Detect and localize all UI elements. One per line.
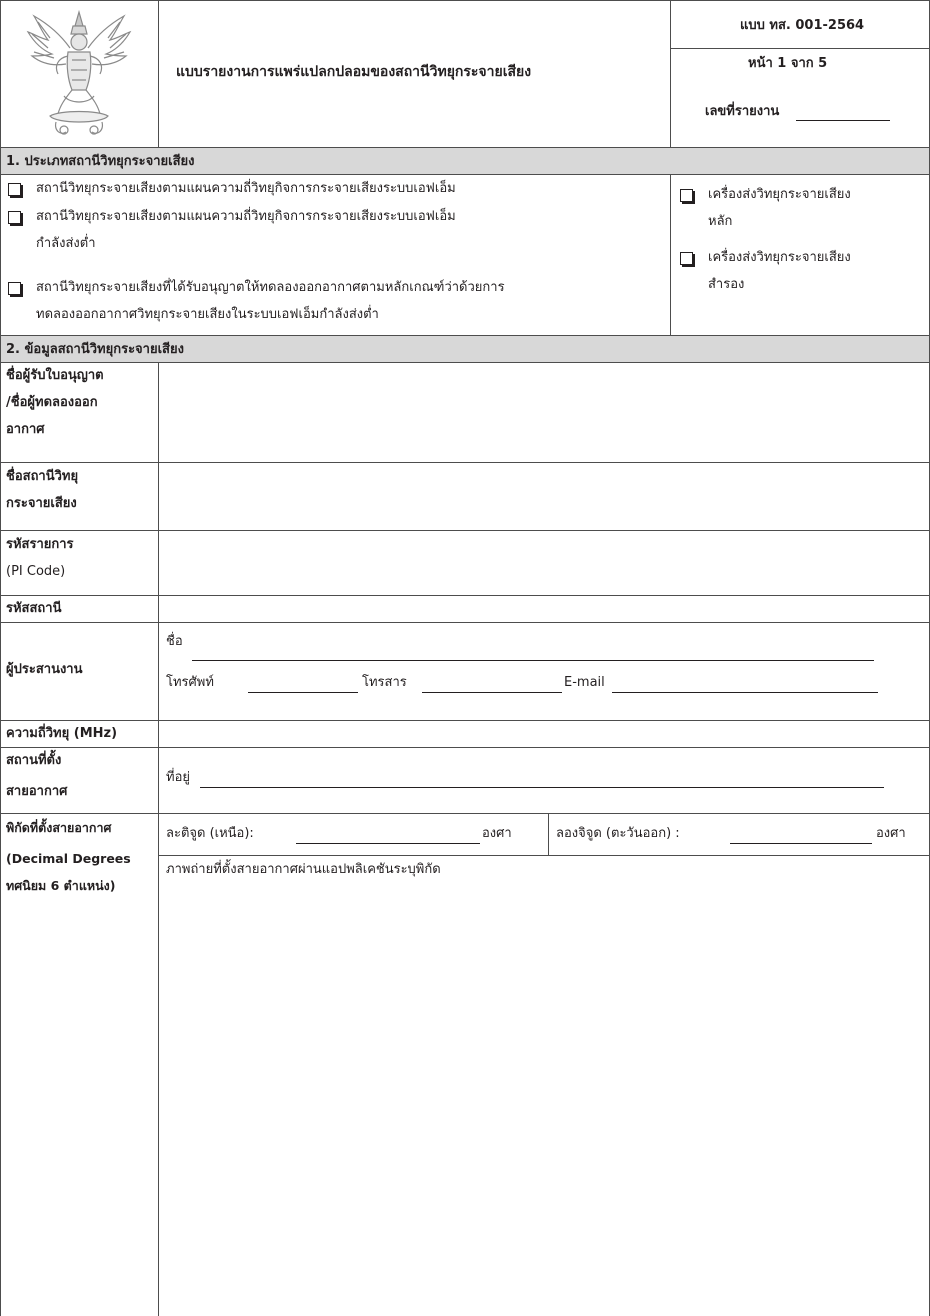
station-name-label-a: ชื่อสถานีวิทยุ <box>6 469 79 484</box>
antenna-coords-label-c: ทศนิยม 6 ตำแหน่ง) <box>6 878 116 893</box>
licensee-field[interactable] <box>159 363 929 462</box>
main-transmitter-checkbox[interactable] <box>680 189 693 202</box>
station-type-label-3a: สถานีวิทยุกระจายเสียงที่ได้รับอนุญาตให้ท… <box>36 280 505 295</box>
section1-heading: 1. ประเภทสถานีวิทยุกระจายเสียง <box>6 154 195 169</box>
backup-transmitter-label-b: สำรอง <box>708 277 745 292</box>
report-number-field[interactable] <box>796 120 890 121</box>
report-form-page: แบบรายงานการแพร่แปลกปลอมของสถานีวิทยุกระ… <box>0 0 930 1316</box>
pi-code-field[interactable] <box>159 531 929 595</box>
latitude-field[interactable] <box>296 843 480 844</box>
form-code: แบบ ทส. 001-2564 <box>740 18 865 33</box>
form-title: แบบรายงานการแพร่แปลกปลอมของสถานีวิทยุกระ… <box>176 64 532 80</box>
antenna-address-field[interactable] <box>200 787 884 788</box>
station-code-field[interactable] <box>159 596 929 622</box>
station-type-checkbox-2[interactable] <box>8 211 21 224</box>
frequency-field[interactable] <box>159 721 929 747</box>
longitude-field[interactable] <box>730 843 872 844</box>
pi-code-label-b: (PI Code) <box>6 564 66 579</box>
antenna-photo-label: ภาพถ่ายที่ตั้งสายอากาศผ่านแอปพลิเคชันระบ… <box>166 862 441 877</box>
licensee-label-c: อากาศ <box>6 422 45 437</box>
frequency-label: ความถี่วิทยุ (MHz) <box>6 726 118 741</box>
pi-code-label-a: รหัสรายการ <box>6 537 74 552</box>
station-type-label-1: สถานีวิทยุกระจายเสียงตามแผนความถี่วิทยุก… <box>36 181 456 196</box>
longitude-label: ลองจิจูด (ตะวันออก) : <box>556 826 680 841</box>
coordinator-label: ผู้ประสานงาน <box>6 662 83 677</box>
coordinator-email-field[interactable] <box>612 692 878 693</box>
station-type-checkbox-1[interactable] <box>8 183 21 196</box>
antenna-coords-label-b: (Decimal Degrees <box>6 851 131 866</box>
garuda-emblem-icon <box>20 4 138 142</box>
longitude-unit: องศา <box>876 826 906 841</box>
report-number-label: เลขที่รายงาน <box>705 104 780 119</box>
antenna-site-label-a: สถานที่ตั้ง <box>6 753 62 768</box>
station-name-field[interactable] <box>159 463 929 530</box>
backup-transmitter-label-a: เครื่องส่งวิทยุกระจายเสียง <box>708 250 851 265</box>
station-type-checkbox-3[interactable] <box>8 282 21 295</box>
station-type-label-2b: กำลังส่งต่ำ <box>36 236 96 251</box>
coordinator-phone-label: โทรศัพท์ <box>166 675 214 690</box>
antenna-photo-area[interactable] <box>159 884 929 1316</box>
station-type-label-2a: สถานีวิทยุกระจายเสียงตามแผนความถี่วิทยุก… <box>36 209 456 224</box>
coordinator-fax-label: โทรสาร <box>362 675 407 690</box>
licensee-label-b: /ชื่อผู้ทดลองออก <box>6 395 98 410</box>
coordinator-fax-field[interactable] <box>422 692 562 693</box>
page-number: หน้า 1 จาก 5 <box>748 56 828 71</box>
coordinator-name-label: ชื่อ <box>166 634 183 649</box>
antenna-address-label: ที่อยู่ <box>166 770 190 785</box>
licensee-label-a: ชื่อผู้รับใบอนุญาต <box>6 368 104 383</box>
coordinator-name-field[interactable] <box>192 660 874 661</box>
backup-transmitter-checkbox[interactable] <box>680 252 693 265</box>
coordinator-email-label: E-mail <box>564 675 605 690</box>
main-transmitter-label-b: หลัก <box>708 214 733 229</box>
latitude-label: ละติจูด (เหนือ): <box>166 826 254 841</box>
coordinator-phone-field[interactable] <box>248 692 358 693</box>
latitude-unit: องศา <box>482 826 512 841</box>
antenna-coords-label-a: พิกัดที่ตั้งสายอากาศ <box>6 820 112 835</box>
antenna-site-label-b: สายอากาศ <box>6 784 68 799</box>
main-transmitter-label-a: เครื่องส่งวิทยุกระจายเสียง <box>708 187 851 202</box>
station-code-label: รหัสสถานี <box>6 601 62 616</box>
station-type-label-3b: ทดลองออกอากาศวิทยุกระจายเสียงในระบบเอฟเอ… <box>36 307 379 322</box>
section2-heading: 2. ข้อมูลสถานีวิทยุกระจายเสียง <box>6 342 184 357</box>
station-name-label-b: กระจายเสียง <box>6 496 77 511</box>
